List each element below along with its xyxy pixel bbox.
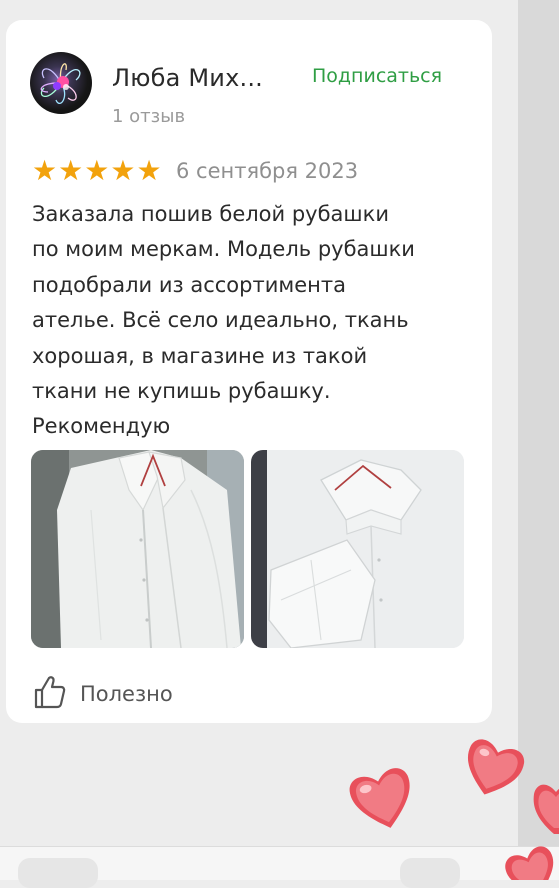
review-date: 6 сентября 2023: [176, 159, 359, 183]
next-card-chip: [400, 858, 460, 888]
subscribe-button[interactable]: Подписаться: [312, 65, 442, 87]
heart-sticker: [505, 846, 554, 880]
author-avatar[interactable]: [30, 52, 92, 114]
heart-sticker: [349, 768, 410, 828]
review-text-line: Заказала пошив белой рубашки: [32, 202, 389, 226]
review-text-line: подобрали из ассортимента: [32, 272, 346, 297]
next-card-chip: [18, 858, 98, 888]
helpful-label: Полезно: [80, 682, 173, 706]
star-icon: ★: [32, 154, 58, 187]
star-icon: ★: [58, 154, 84, 187]
heart-sticker: [468, 739, 525, 795]
author-name[interactable]: Люба Мих...: [112, 64, 263, 92]
review-photo-2[interactable]: [251, 450, 464, 648]
review-card: Люба Мих... 1 отзыв Подписаться ★ ★ ★ ★ ★ 6 …: [6, 20, 492, 723]
rating-stars: ★ ★ ★ ★ ★: [32, 156, 162, 186]
review-text-line: Рекомендую: [32, 414, 171, 439]
review-text-line: по моим меркам. Модель рубашки: [32, 237, 415, 262]
helpful-button[interactable]: Полезно: [34, 675, 173, 713]
thumbs-up-icon: [34, 675, 66, 713]
star-icon: ★: [84, 154, 110, 187]
star-icon: ★: [110, 154, 136, 187]
star-icon: ★: [136, 154, 162, 187]
review-photo-1[interactable]: [31, 450, 244, 648]
heart-sticker: [533, 784, 559, 834]
author-review-count: 1 отзыв: [112, 106, 186, 127]
review-text-line: хорошая, в магазине из такой: [32, 343, 368, 368]
review-text: Заказала пошив белой рубашки по моим мерк…: [32, 197, 478, 445]
review-text-line: ткани не купишь рубашку.: [32, 379, 331, 404]
review-text-line: ателье. Всё село идеально, ткань: [32, 308, 409, 333]
